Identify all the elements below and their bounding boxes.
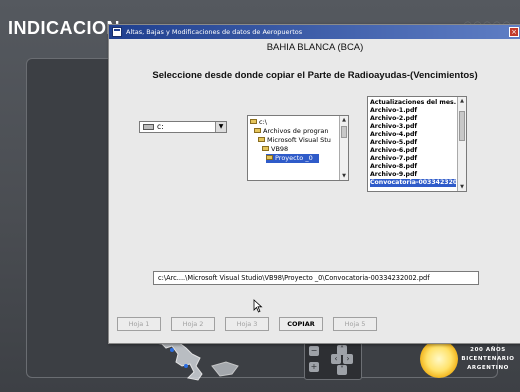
instruction-heading: Seleccione desde donde copiar el Parte d… <box>152 70 478 81</box>
drive-value: c: <box>157 122 164 131</box>
drive-icon <box>143 124 154 130</box>
folder-scrollbar[interactable]: ▲ ▼ <box>339 116 348 180</box>
close-button[interactable]: × <box>509 27 519 37</box>
sun-icon <box>420 340 458 378</box>
folder-item[interactable]: Archivos de progran <box>254 127 328 136</box>
file-item[interactable]: Archivo-1.pdf <box>370 107 456 115</box>
scroll-up-icon[interactable]: ▲ <box>458 97 466 105</box>
folder-icon <box>258 137 265 142</box>
scroll-thumb[interactable] <box>341 126 347 138</box>
file-scrollbar[interactable]: ▲ ▼ <box>457 97 466 191</box>
nav-minus-button[interactable]: − <box>309 346 319 356</box>
nav-up-button[interactable]: ˄ <box>337 345 347 355</box>
folder-label: Archivos de progran <box>263 127 329 135</box>
mouse-pointer-icon <box>253 299 263 313</box>
airport-name: BAHIA BLANCA (BCA) <box>266 42 364 53</box>
folder-list[interactable]: c:\ Archivos de progran Microsoft Visual… <box>247 115 349 181</box>
logo-line-1: 200 AÑOS <box>470 347 506 353</box>
file-item[interactable]: Archivo-9.pdf <box>370 171 456 179</box>
file-item[interactable]: Archivo-7.pdf <box>370 155 456 163</box>
nav-down-button[interactable]: ˅ <box>337 365 347 375</box>
file-item[interactable]: Archivo-2.pdf <box>370 115 456 123</box>
navigation-pad: − + ‹ › ˄ ˅ <box>304 342 362 380</box>
file-item[interactable]: Archivo-8.pdf <box>370 163 456 171</box>
copy-dialog: Altas, Bajas y Modificaciones de datos d… <box>108 24 520 344</box>
folder-label: Microsoft Visual Stu <box>267 136 331 144</box>
window-icon <box>112 27 122 37</box>
dialog-titlebar[interactable]: Altas, Bajas y Modificaciones de datos d… <box>109 25 520 39</box>
folder-item[interactable]: Microsoft Visual Stu <box>258 136 331 145</box>
file-item-selected[interactable]: Convocatoria-00334232002 <box>370 179 456 187</box>
folder-item[interactable]: c:\ <box>250 118 267 127</box>
file-item[interactable]: Archivo-6.pdf <box>370 147 456 155</box>
folder-item-selected[interactable]: Proyecto _0 <box>266 154 319 163</box>
file-list[interactable]: Actualizaciones del mes.pdf Archivo-1.pd… <box>367 96 467 192</box>
window-title: Altas, Bajas y Modificaciones de datos d… <box>126 28 303 36</box>
nav-plus-button[interactable]: + <box>309 362 319 372</box>
scroll-down-icon[interactable]: ▼ <box>340 172 348 180</box>
folder-label: Proyecto _0 <box>275 154 313 162</box>
hoja-5-button[interactable]: Hoja 5 <box>333 317 377 331</box>
file-item[interactable]: Archivo-3.pdf <box>370 123 456 131</box>
nav-left-button[interactable]: ‹ <box>331 354 341 364</box>
copiar-button[interactable]: COPIAR <box>279 317 323 331</box>
scroll-thumb[interactable] <box>459 111 465 141</box>
selected-path-field[interactable]: c:\Arc....\Microsoft Visual Studio\VB98\… <box>153 271 479 285</box>
file-item[interactable]: Archivo-4.pdf <box>370 131 456 139</box>
hoja-1-button[interactable]: Hoja 1 <box>117 317 161 331</box>
folder-item[interactable]: VB98 <box>262 145 288 154</box>
folder-icon <box>250 119 257 124</box>
file-item[interactable]: Archivo-5.pdf <box>370 139 456 147</box>
background-title: INDICACION <box>8 18 120 38</box>
scroll-down-icon[interactable]: ▼ <box>458 183 466 191</box>
folder-icon <box>254 128 261 133</box>
nav-right-button[interactable]: › <box>343 354 353 364</box>
folder-label: VB98 <box>271 145 289 153</box>
chevron-down-icon[interactable]: ▼ <box>215 122 226 132</box>
logo-text: 200 AÑOS BICENTENARIO ARGENTINO <box>460 346 516 373</box>
scroll-up-icon[interactable]: ▲ <box>340 116 348 124</box>
drive-select[interactable]: c: ▼ <box>139 121 227 133</box>
hoja-3-button[interactable]: Hoja 3 <box>225 317 269 331</box>
folder-label: c:\ <box>259 118 267 126</box>
hoja-2-button[interactable]: Hoja 2 <box>171 317 215 331</box>
logo-line-3: ARGENTINO <box>467 365 509 371</box>
folder-icon <box>266 155 273 160</box>
logo-line-2: BICENTENARIO <box>461 356 515 362</box>
file-item[interactable]: Actualizaciones del mes.pdf <box>370 99 456 107</box>
folder-icon <box>262 146 269 151</box>
